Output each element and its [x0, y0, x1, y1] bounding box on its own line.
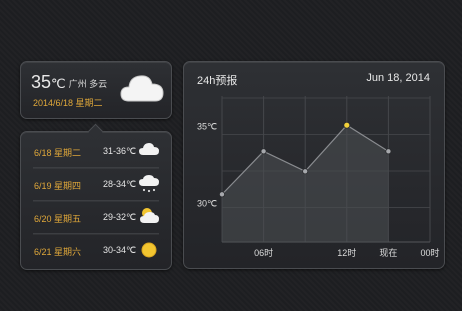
current-temp-value: 35	[31, 72, 52, 92]
forecast-range: 28-34℃	[103, 179, 137, 189]
forecast-range: 29-32℃	[103, 212, 137, 222]
y-tick-label: 30℃	[197, 199, 217, 209]
forecast-day: 6/20 星期五	[34, 214, 82, 224]
forecast-row[interactable]: 6/18 星期二 31-36℃	[21, 134, 171, 167]
row-divider	[33, 200, 159, 201]
forecast-day: 6/19 星期四	[34, 181, 82, 191]
x-tick-label: 现在	[379, 247, 397, 258]
rain-cloud-icon	[139, 175, 159, 193]
current-city-weather: 广州 多云	[68, 78, 108, 89]
current-weather-card: 35℃ 广州 多云 2014/6/18 星期二	[20, 61, 172, 119]
data-point	[302, 168, 309, 175]
forecast-row[interactable]: 6/20 星期五 29-32℃	[21, 200, 171, 233]
row-divider	[33, 233, 159, 234]
cloud-icon	[139, 143, 159, 155]
x-tick-label: 12时	[337, 247, 356, 258]
forecast-row[interactable]: 6/21 星期六 30-34℃	[21, 233, 171, 266]
y-tick-label: 35℃	[197, 122, 217, 132]
data-point	[219, 191, 226, 198]
temperature-chart: 35℃ 30℃ 06时 12时 现在 00时	[197, 96, 440, 258]
highlight-point	[343, 121, 351, 129]
forecast-day: 6/18 星期二	[34, 148, 82, 158]
forecast-day: 6/21 星期六	[34, 247, 82, 257]
sun-icon	[141, 242, 157, 258]
forecast-row[interactable]: 6/19 星期四 28-34℃	[21, 167, 171, 200]
row-divider	[33, 167, 159, 168]
current-temp-unit: ℃	[51, 76, 66, 91]
forecast-range: 30-34℃	[103, 245, 137, 255]
forecast-list: 6/18 星期二 31-36℃ 6/19 星期四 28-34℃ 6/20 星期五…	[20, 123, 172, 270]
forecast-chart-panel: 24h预报 Jun 18, 2014 35℃ 30℃ 06时 12时 现在 00时	[183, 61, 445, 269]
current-date: 2014/6/18 星期二	[33, 98, 103, 108]
partly-cloudy-icon	[140, 208, 159, 223]
x-tick-label: 06时	[254, 247, 273, 258]
x-tick-label: 00时	[420, 247, 439, 258]
data-point	[385, 148, 392, 155]
cloud-icon	[120, 75, 164, 102]
forecast-range: 31-36℃	[103, 146, 137, 156]
data-point	[260, 148, 267, 155]
current-temperature: 35℃ 广州 多云	[31, 72, 107, 93]
